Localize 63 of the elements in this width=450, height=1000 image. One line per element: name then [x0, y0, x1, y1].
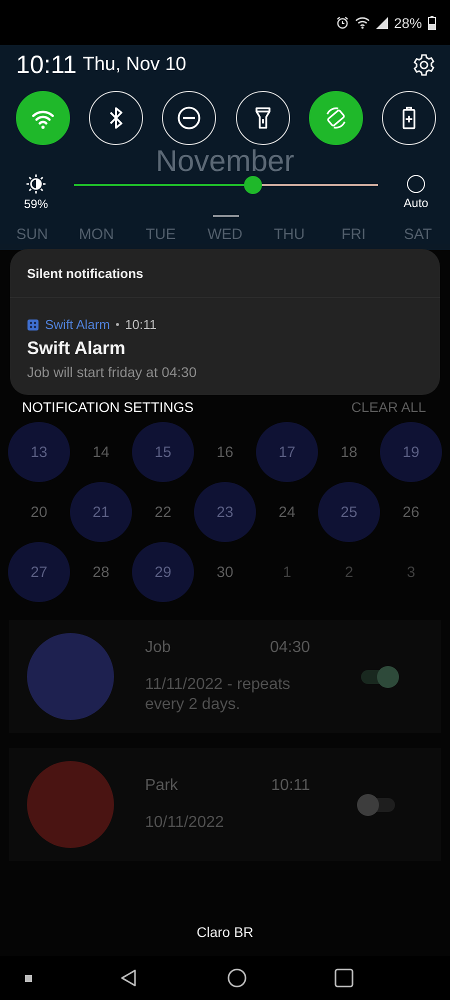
separator-dot — [116, 323, 120, 326]
do-not-disturb-icon — [176, 105, 202, 131]
calendar-day[interactable]: 27 — [8, 542, 70, 602]
alarm-card[interactable]: Job 04:30 11/11/2022 - repeats every 2 days. — [9, 620, 441, 733]
weekday-label: WED — [206, 225, 244, 245]
recents-icon[interactable] — [334, 968, 354, 988]
notification-settings-button[interactable]: NOTIFICATION SETTINGS — [22, 399, 194, 415]
calendar-day[interactable]: 13 — [8, 422, 70, 482]
clock-date: Thu, Nov 10 — [82, 54, 186, 76]
cell-signal-icon — [376, 16, 388, 28]
calendar-day[interactable]: 24 — [256, 482, 318, 542]
notification-time: 10:11 — [125, 317, 157, 332]
calendar-day[interactable]: 30 — [194, 542, 256, 602]
alarm-card[interactable]: Park 10:11 10/11/2022 — [9, 748, 441, 861]
calendar-day[interactable]: 21 — [70, 482, 132, 542]
notification-group-header: Silent notifications — [10, 249, 440, 298]
calendar-day[interactable]: 18 — [318, 422, 380, 482]
alarm-time: 10:11 — [271, 776, 310, 794]
calendar-day[interactable]: 28 — [70, 542, 132, 602]
calendar-day[interactable]: 17 — [256, 422, 318, 482]
notification-title: Swift Alarm — [27, 338, 126, 359]
alarm-name: Park — [145, 776, 178, 794]
brightness-reading: 59% — [24, 197, 48, 211]
alarm-details: 11/11/2022 - repeats every 2 days. — [145, 674, 292, 714]
settings-icon[interactable] — [412, 53, 436, 77]
calendar-day[interactable]: 2 — [318, 542, 380, 602]
clock-time: 10:11 — [16, 50, 77, 80]
weekday-label: SUN — [15, 225, 49, 245]
home-icon[interactable] — [226, 968, 247, 988]
calendar-day[interactable]: 16 — [194, 422, 256, 482]
auto-brightness-checkbox[interactable] — [407, 175, 425, 193]
brightness-slider[interactable] — [74, 176, 378, 194]
calendar-day[interactable]: 1 — [256, 542, 318, 602]
calendar-day[interactable]: 23 — [194, 482, 256, 542]
drag-handle[interactable] — [213, 215, 239, 217]
calendar-day[interactable]: 26 — [380, 482, 442, 542]
battery-icon — [428, 16, 436, 30]
calendar-day[interactable]: 3 — [380, 542, 442, 602]
notification-text: Job will start friday at 04:30 — [27, 364, 198, 380]
calendar-day[interactable]: 20 — [8, 482, 70, 542]
alarm-time: 04:30 — [270, 638, 310, 656]
calendar-day[interactable]: 14 — [70, 422, 132, 482]
weekday-label: THU — [272, 225, 306, 245]
calendar-day[interactable]: 22 — [132, 482, 194, 542]
wifi-signal-icon — [354, 16, 370, 29]
weekday-label: TUE — [144, 225, 177, 245]
calendar-day[interactable]: 25 — [318, 482, 380, 542]
battery-percentage: 28% — [394, 14, 422, 30]
alarm-clock-icon — [336, 16, 349, 29]
alarm-details: 10/11/2022 — [145, 812, 225, 832]
auto-brightness-label: Auto — [404, 196, 428, 210]
notification-app-name: Swift Alarm — [45, 317, 110, 332]
calendar-day[interactable]: 29 — [132, 542, 194, 602]
brightness-icon — [26, 174, 46, 194]
weekday-label: MON — [78, 225, 115, 245]
weekday-label: FRI — [340, 225, 367, 245]
calendar-day[interactable]: 15 — [132, 422, 194, 482]
month-title: November — [154, 147, 296, 177]
carrier-name: Claro BR — [196, 924, 254, 940]
alarm-name: Job — [145, 638, 171, 656]
calendar-day[interactable]: 19 — [380, 422, 442, 482]
app-icon — [27, 318, 39, 330]
weekday-label: SAT — [402, 225, 433, 245]
